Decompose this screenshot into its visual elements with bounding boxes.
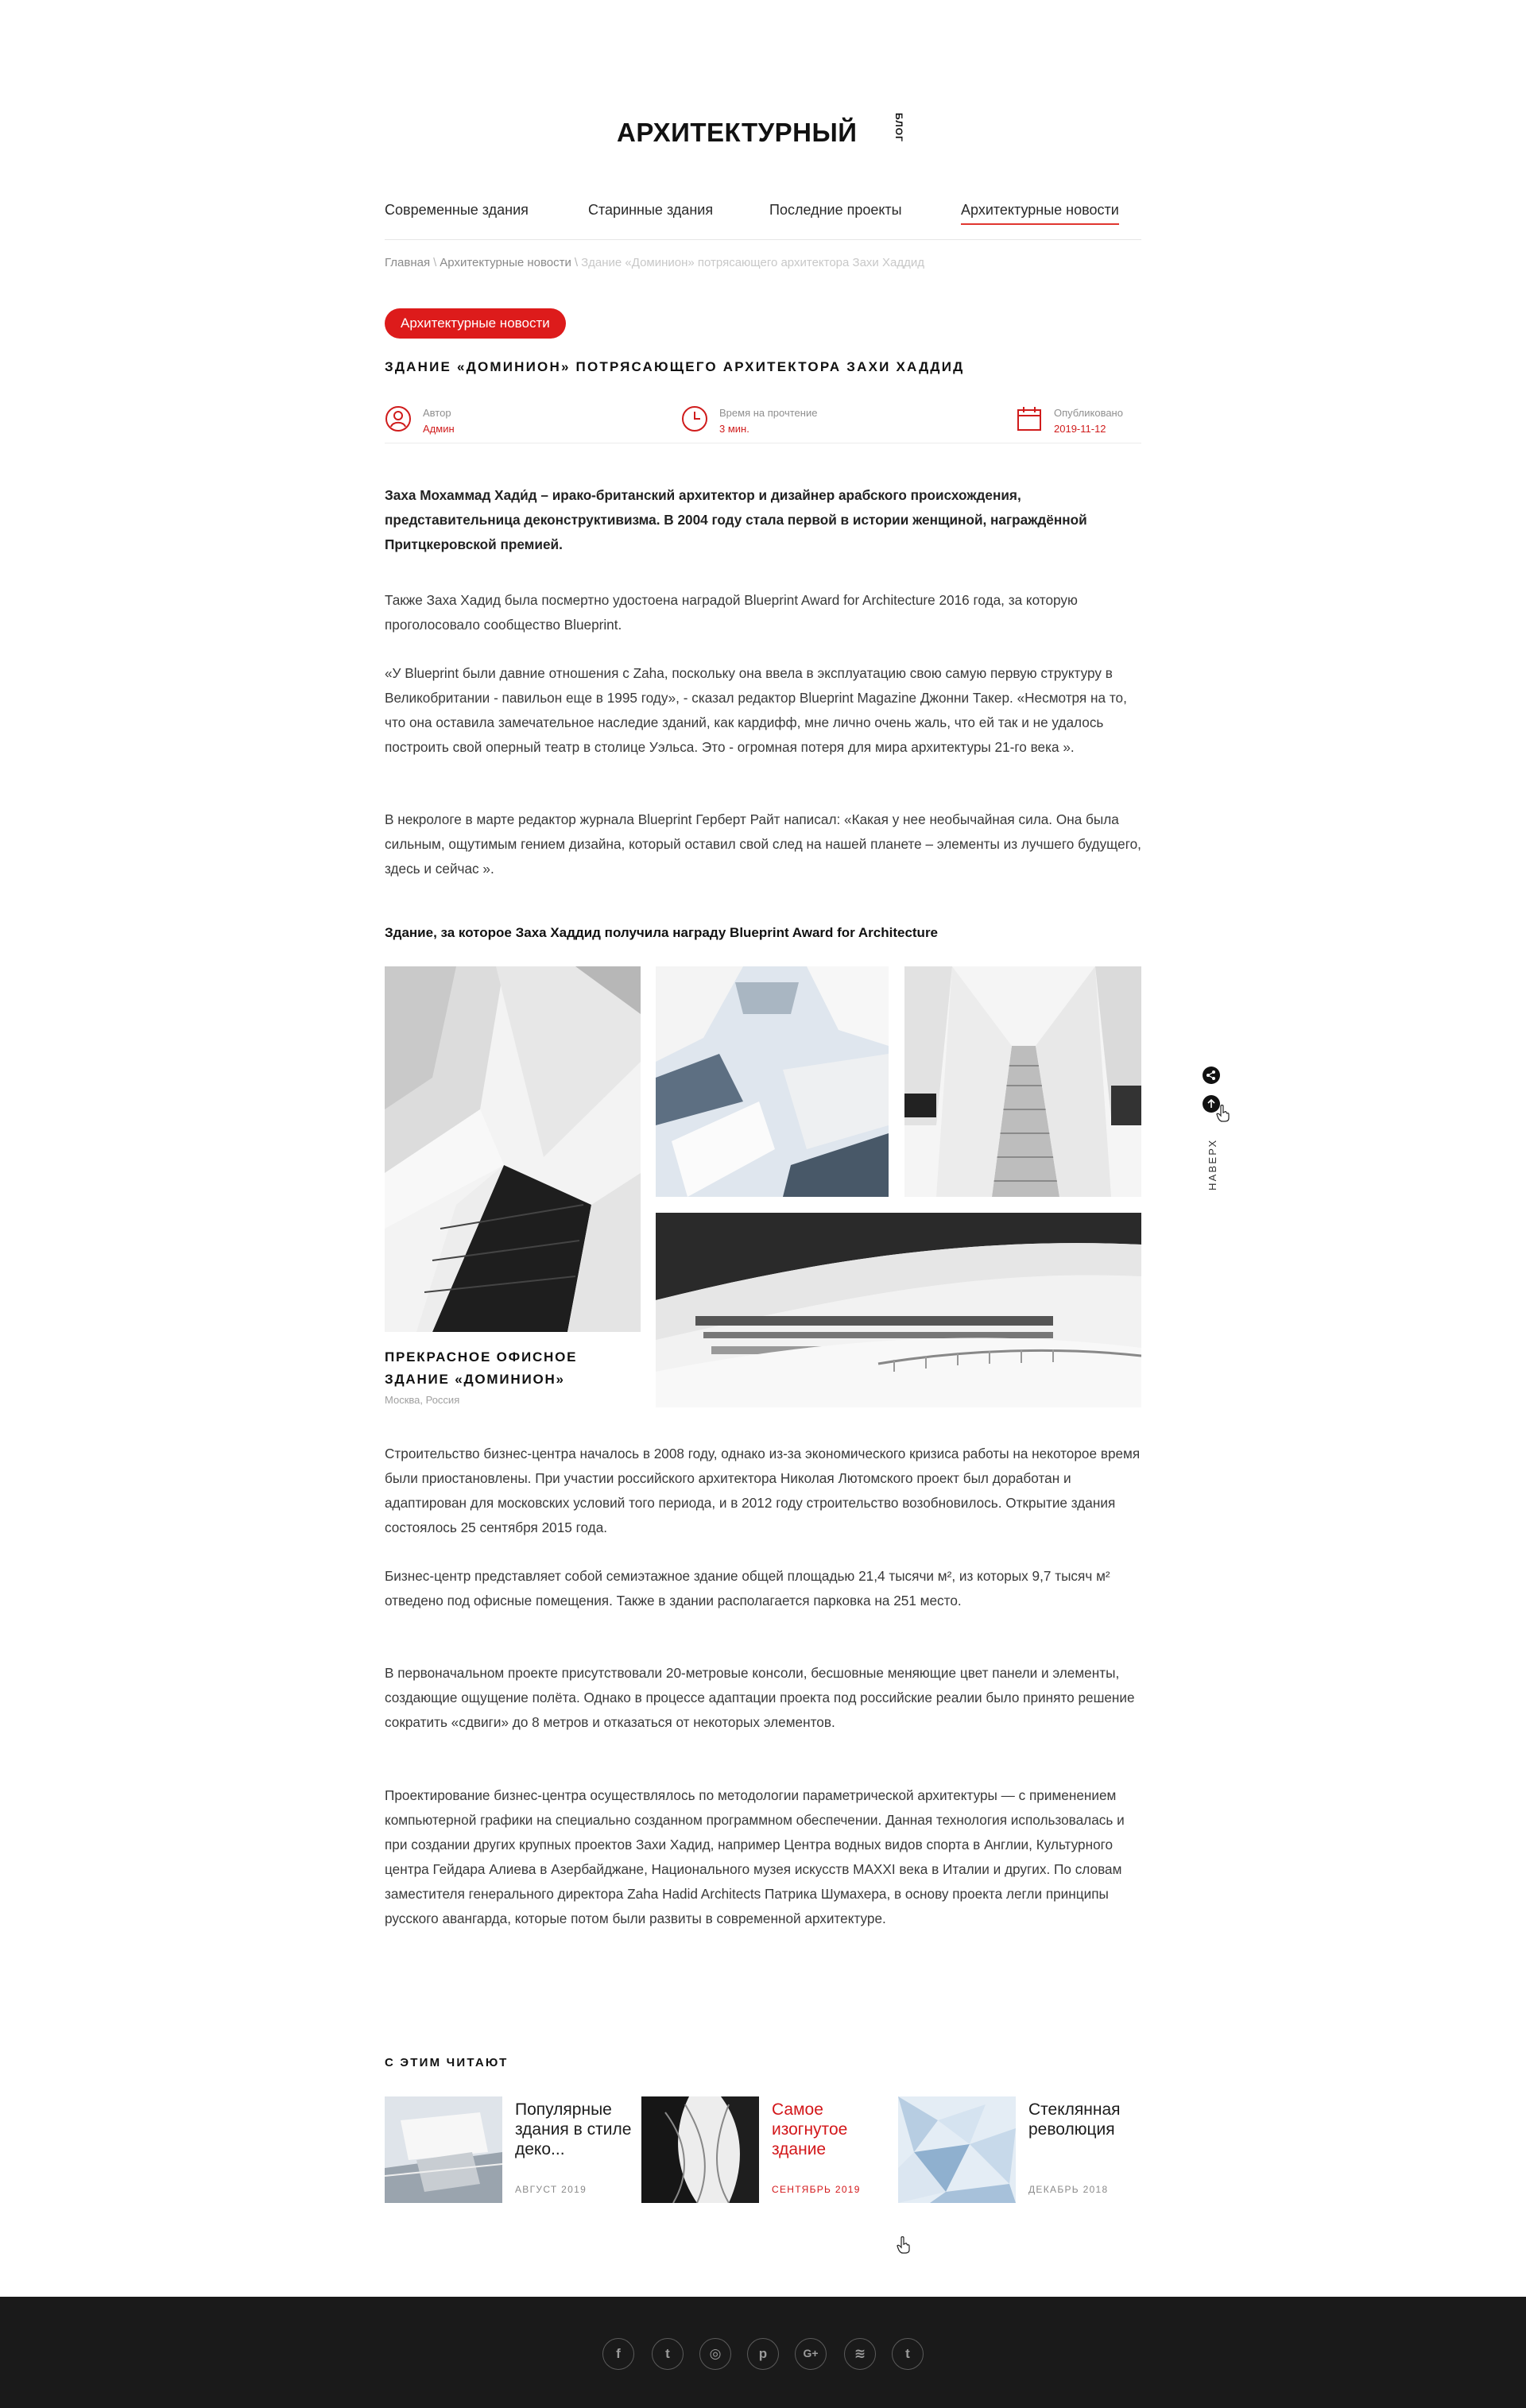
meta-published-value: 2019-11-12 [1054, 423, 1106, 435]
article-paragraph: Бизнес-центр представляет собой семиэтаж… [385, 1568, 1110, 1609]
article-paragraph: Также Заха Хадид была посмертно удостоен… [385, 592, 1078, 633]
pinterest-icon[interactable]: p [747, 2338, 779, 2370]
related-card[interactable]: Стеклянная революция ДЕКАБРЬ 2018 [898, 2096, 1141, 2203]
related-thumb [385, 2096, 502, 2203]
gallery-location: Москва, Россия [385, 1394, 460, 1406]
related-thumb-image [898, 2096, 1016, 2203]
main-nav: Современные здания Старинные здания Посл… [385, 202, 1141, 240]
instagram-icon[interactable]: ◎ [699, 2338, 731, 2370]
nav-item-projects[interactable]: Последние проекты [769, 202, 902, 219]
tumblr-icon[interactable]: t [892, 2338, 924, 2370]
related-title[interactable]: Популярные здания в стиле деко... [515, 2100, 633, 2159]
breadcrumb-current: Здание «Доминион» потрясающего архитекто… [581, 256, 924, 269]
site-logo[interactable]: АРХИТЕКТУРНЫЙ БЛОГ [0, 113, 1526, 161]
article-title: ЗДАНИЕ «ДОМИНИОН» ПОТРЯСАЮЩЕГО АРХИТЕКТО… [385, 359, 965, 374]
breadcrumb-news[interactable]: Архитектурные новости [440, 256, 571, 269]
article-meta: Автор Админ Время на прочтение 3 мин. Оп… [385, 404, 1141, 443]
related-date: СЕНТЯБРЬ 2019 [772, 2184, 861, 2195]
related-title[interactable]: Стеклянная революция [1028, 2100, 1146, 2139]
meta-author-value[interactable]: Админ [423, 423, 455, 435]
nav-item-old[interactable]: Старинные здания [588, 202, 713, 219]
gallery-heading: Здание, за которое Заха Хаддид получила … [385, 925, 939, 940]
hand-cursor-icon [1216, 1105, 1230, 1122]
gallery-photo-atrium-image [656, 966, 889, 1197]
related-heading: С ЭТИМ ЧИТАЮТ [385, 2056, 509, 2069]
related-card[interactable]: Самое изогнутое здание СЕНТЯБРЬ 2019 [641, 2096, 889, 2203]
related-date: АВГУСТ 2019 [515, 2184, 587, 2195]
related-thumb-image [641, 2096, 759, 2203]
logo-subtitle: БЛОГ [893, 113, 904, 142]
related-thumb [641, 2096, 759, 2203]
gallery-photo-interior[interactable] [656, 1213, 1141, 1407]
article-paragraph: «У Blueprint были давние отношения с Zah… [385, 665, 1127, 755]
calendar-icon [1017, 407, 1041, 431]
article-paragraph: В первоначальном проекте присутствовали … [385, 1665, 1135, 1730]
nav-item-modern[interactable]: Современные здания [385, 202, 529, 219]
share-button[interactable] [1203, 1067, 1220, 1084]
breadcrumb-separator: \ [574, 256, 579, 269]
category-tag[interactable]: Архитектурные новости [385, 308, 566, 339]
breadcrumb: Главная \ Архитектурные новости \ Здание «До… [385, 256, 1141, 269]
meta-readtime-value: 3 мин. [719, 423, 749, 435]
meta-published-label: Опубликовано [1054, 407, 1123, 419]
gallery-photo-stairs-white[interactable] [904, 966, 1141, 1197]
user-icon [385, 406, 411, 432]
article-lead: Заха Мохаммад Хади́д – ирако-британский … [385, 487, 1087, 552]
related-thumb-image [385, 2096, 502, 2203]
gallery-photo-stairs-white-image [904, 966, 1141, 1197]
gallery-photo-staircase[interactable] [385, 966, 641, 1332]
back-to-top-label[interactable]: НАВЕРХ [1206, 1139, 1218, 1190]
spotify-icon[interactable]: ≋ [844, 2338, 876, 2370]
gallery-photo-atrium[interactable] [656, 966, 889, 1197]
gallery-photo-interior-image [656, 1213, 1141, 1407]
clock-icon [682, 406, 707, 432]
breadcrumb-home[interactable]: Главная [385, 256, 430, 269]
article-paragraph: Проектирование бизнес-центра осуществлял… [385, 1787, 1125, 1926]
gallery-caption: ПРЕКРАСНОЕ ОФИСНОЕ ЗДАНИЕ «ДОМИНИОН» [385, 1349, 578, 1387]
google-plus-icon[interactable]: G+ [795, 2338, 827, 2370]
related-thumb [898, 2096, 1016, 2203]
related-date: ДЕКАБРЬ 2018 [1028, 2184, 1109, 2195]
nav-item-news[interactable]: Архитектурные новости [961, 202, 1119, 225]
related-title[interactable]: Самое изогнутое здание [772, 2100, 889, 2159]
related-card[interactable]: Популярные здания в стиле деко... АВГУСТ… [385, 2096, 633, 2203]
meta-readtime-label: Время на прочтение [719, 407, 818, 419]
article-paragraph: Строительство бизнес-центра началось в 2… [385, 1446, 1141, 1535]
article-paragraph: В некрологе в марте редактор журнала Blu… [385, 811, 1141, 877]
footer: f t ◎ p G+ ≋ t [0, 2297, 1526, 2408]
hand-cursor-icon [897, 2236, 910, 2254]
facebook-icon[interactable]: f [602, 2338, 634, 2370]
twitter-icon[interactable]: t [652, 2338, 684, 2370]
meta-author-label: Автор [423, 407, 451, 419]
share-icon [1206, 1070, 1215, 1080]
gallery-photo-staircase-image [385, 966, 641, 1332]
logo-title: АРХИТЕКТУРНЫЙ [617, 118, 858, 147]
breadcrumb-separator: \ [433, 256, 437, 269]
